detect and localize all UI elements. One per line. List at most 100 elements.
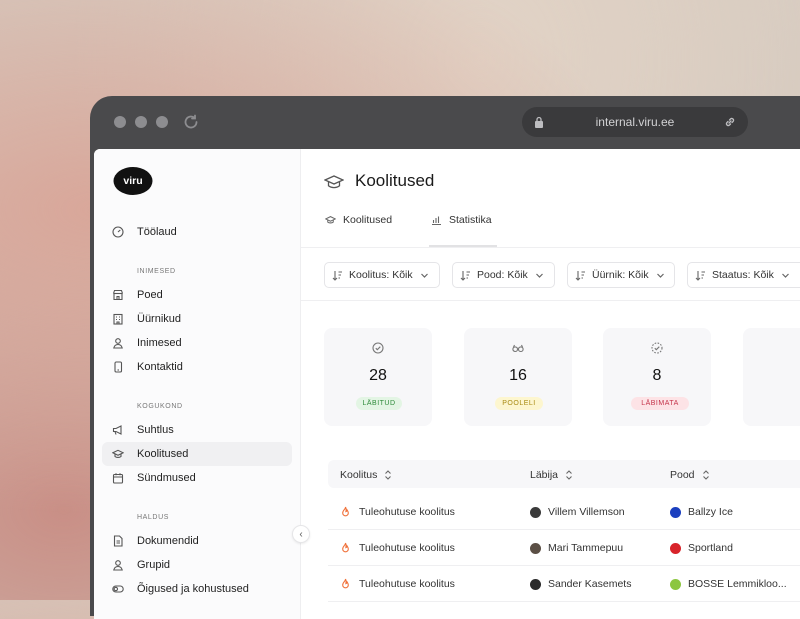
sidebar-item-dokumendid[interactable]: Dokumendid bbox=[102, 529, 292, 553]
sidebar-item-poed[interactable]: Poed bbox=[102, 283, 292, 307]
document-icon bbox=[113, 535, 123, 547]
person-name: Villem Villemson bbox=[548, 506, 625, 518]
maximize-dot[interactable] bbox=[156, 116, 168, 128]
stat-card-pooleli: 16 POOLELI bbox=[464, 328, 572, 426]
shop-logo-icon bbox=[670, 578, 681, 590]
graduation-cap-icon bbox=[112, 449, 124, 459]
column-header-labija[interactable]: Läbija bbox=[530, 469, 573, 481]
sidebar-item-kontaktid[interactable]: Kontaktid bbox=[102, 355, 292, 379]
stat-value: 16 bbox=[509, 367, 527, 384]
stat-card-partial bbox=[743, 328, 800, 426]
graduation-cap-icon bbox=[324, 175, 344, 189]
minimize-dot[interactable] bbox=[135, 116, 147, 128]
filter-label: Üürnik: Kõik bbox=[592, 269, 649, 281]
phone-icon bbox=[114, 361, 123, 373]
sidebar-item-label: Üürnikud bbox=[137, 313, 182, 325]
chevron-down-icon bbox=[656, 273, 664, 278]
person-cell: Villem Villemson bbox=[530, 506, 625, 518]
address-bar[interactable]: internal.viru.ee bbox=[522, 107, 748, 137]
sidebar-item-label: Õigused ja kohustused bbox=[137, 583, 249, 595]
url-text: internal.viru.ee bbox=[595, 115, 675, 129]
avatar bbox=[530, 578, 541, 590]
sidebar-item-label: Suhtlus bbox=[137, 424, 174, 436]
column-header-pood[interactable]: Pood bbox=[670, 469, 710, 481]
shop-cell: Sportland bbox=[670, 542, 733, 554]
flame-icon bbox=[342, 506, 349, 517]
sidebar-item-label: Grupid bbox=[137, 559, 171, 571]
avatar bbox=[530, 542, 541, 554]
sidebar-item-label: Inimesed bbox=[137, 337, 182, 349]
sidebar-item-uurnikud[interactable]: Üürnikud bbox=[102, 307, 292, 331]
section-title-haldus: HALDUS bbox=[137, 514, 169, 521]
sort-icon bbox=[460, 270, 470, 281]
table-row[interactable]: Tuleohutuse koolitus Mari Tammepuu Sport… bbox=[328, 530, 800, 566]
user-icon bbox=[113, 338, 123, 349]
sidebar-item-label: Kontaktid bbox=[137, 361, 183, 373]
stat-card-labimata: 8 LÄBIMATA bbox=[603, 328, 711, 426]
sidebar-item-oigused[interactable]: Õigused ja kohustused bbox=[102, 577, 292, 601]
status-badge: LÄBITUD bbox=[356, 397, 402, 410]
browser-window: internal.viru.ee viru Töölaud INIMESED P… bbox=[90, 96, 800, 619]
sort-updown-icon bbox=[702, 470, 709, 480]
sidebar-item-toolaud[interactable]: Töölaud bbox=[102, 220, 292, 244]
filter-koolitus[interactable]: Koolitus: Kõik bbox=[324, 262, 440, 288]
store-icon bbox=[112, 289, 124, 301]
sidebar-item-label: Sündmused bbox=[137, 472, 196, 484]
dashed-check-icon bbox=[651, 342, 663, 354]
sidebar: viru Töölaud INIMESED Poed Üürnikud Inim… bbox=[94, 149, 301, 619]
sort-updown-icon bbox=[385, 470, 392, 480]
shop-logo-icon bbox=[670, 542, 681, 554]
link-icon[interactable] bbox=[724, 116, 736, 128]
filter-label: Koolitus: Kõik bbox=[349, 269, 413, 281]
chevron-down-icon bbox=[781, 273, 789, 278]
shop-name: Sportland bbox=[688, 542, 733, 554]
sort-updown-icon bbox=[566, 470, 572, 480]
tab-statistika[interactable]: Statistika bbox=[431, 214, 492, 226]
section-title-kogukond: KOGUKOND bbox=[137, 403, 183, 410]
app-screen: viru Töölaud INIMESED Poed Üürnikud Inim… bbox=[94, 149, 800, 619]
sidebar-item-sundmused[interactable]: Sündmused bbox=[102, 466, 292, 490]
reload-icon[interactable] bbox=[182, 113, 200, 131]
sort-icon bbox=[332, 270, 342, 281]
shop-cell: BOSSE Lemmikloo... bbox=[670, 578, 787, 590]
table-row[interactable]: Tuleohutuse koolitus Sander Kasemets BOS… bbox=[328, 566, 800, 602]
toggle-icon bbox=[112, 585, 124, 593]
sidebar-item-label: Dokumendid bbox=[137, 535, 199, 547]
graduation-cap-icon bbox=[325, 216, 336, 224]
status-badge: POOLELI bbox=[495, 397, 543, 410]
sidebar-item-inimesed[interactable]: Inimesed bbox=[102, 331, 292, 355]
bar-chart-icon bbox=[432, 216, 441, 225]
megaphone-icon bbox=[112, 425, 122, 435]
course-cell: Tuleohutuse koolitus bbox=[340, 578, 455, 590]
sidebar-item-label: Koolitused bbox=[137, 448, 189, 460]
calendar-icon bbox=[112, 473, 124, 484]
close-dot[interactable] bbox=[114, 116, 126, 128]
dashboard-icon bbox=[112, 226, 124, 238]
status-badge: LÄBIMATA bbox=[631, 397, 689, 410]
section-title-inimesed: INIMESED bbox=[137, 268, 176, 275]
person-cell: Sander Kasemets bbox=[530, 578, 631, 590]
column-header-koolitus[interactable]: Koolitus bbox=[340, 469, 392, 481]
flame-icon bbox=[342, 578, 349, 589]
shop-cell: Ballzy Ice bbox=[670, 506, 733, 518]
person-name: Sander Kasemets bbox=[548, 578, 632, 590]
filters-divider bbox=[301, 300, 800, 301]
group-icon bbox=[113, 560, 123, 571]
main-content: Koolitused Koolitused Statistika Koolitu… bbox=[301, 149, 800, 619]
shop-logo-icon bbox=[670, 506, 681, 518]
filter-uurnik[interactable]: Üürnik: Kõik bbox=[567, 262, 675, 288]
glasses-icon bbox=[512, 344, 524, 353]
course-name: Tuleohutuse koolitus bbox=[359, 506, 455, 518]
sidebar-item-suhtlus[interactable]: Suhtlus bbox=[102, 418, 292, 442]
filter-pood[interactable]: Pood: Kõik bbox=[452, 262, 555, 288]
sidebar-item-grupid[interactable]: Grupid bbox=[102, 553, 292, 577]
filter-label: Staatus: Kõik bbox=[712, 269, 774, 281]
tab-label: Statistika bbox=[449, 214, 492, 226]
tab-koolitused[interactable]: Koolitused bbox=[325, 214, 392, 226]
viru-logo[interactable]: viru bbox=[113, 166, 153, 196]
sidebar-item-koolitused[interactable]: Koolitused bbox=[102, 442, 292, 466]
table-header: Koolitus Läbija Pood bbox=[328, 460, 800, 488]
table-row[interactable]: Tuleohutuse koolitus Villem Villemson Ba… bbox=[328, 494, 800, 530]
person-name: Mari Tammepuu bbox=[548, 542, 624, 554]
filter-staatus[interactable]: Staatus: Kõik bbox=[687, 262, 800, 288]
